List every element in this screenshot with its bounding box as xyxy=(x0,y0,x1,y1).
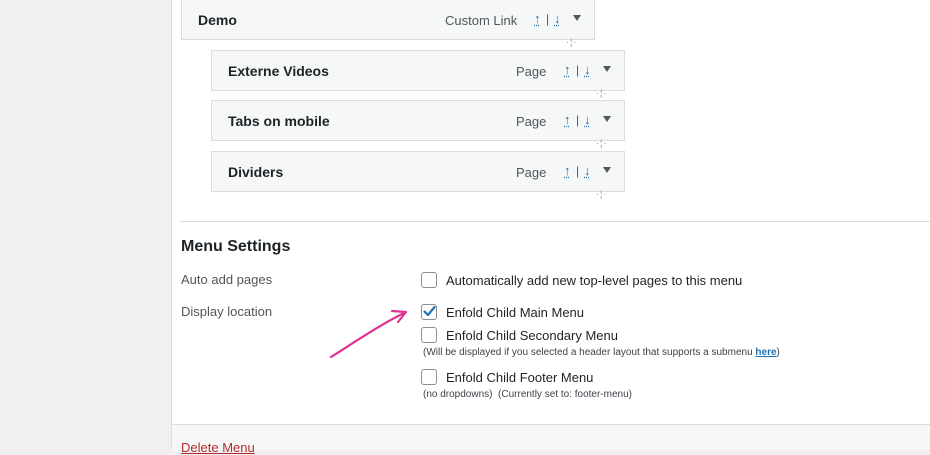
menu-item-externe-videos[interactable]: Externe Videos Page ↑ | ↓ ·¦· xyxy=(211,50,625,98)
location-main-menu-option[interactable]: Enfold Child Main Menu xyxy=(421,304,584,320)
menu-item-type: Custom Link xyxy=(445,13,518,28)
secondary-note-prefix: (Will be displayed if you selected a hea… xyxy=(423,347,756,358)
menu-item-title: Dividers xyxy=(228,164,284,180)
move-up-link[interactable]: ↑ xyxy=(534,11,541,26)
menu-item-title: Tabs on mobile xyxy=(228,113,330,129)
expand-arrow-icon[interactable] xyxy=(603,167,611,173)
move-separator: | xyxy=(546,12,550,26)
move-down-link[interactable]: ↓ xyxy=(584,112,591,127)
move-up-link[interactable]: ↑ xyxy=(564,112,571,127)
checkmark-icon xyxy=(423,305,436,317)
menu-item-type: Page xyxy=(516,64,547,79)
section-divider xyxy=(180,221,930,222)
menu-item-tabs-on-mobile[interactable]: Tabs on mobile Page ↑ | ↓ ·¦· xyxy=(211,100,625,148)
location-footer-menu-text: Enfold Child Footer Menu xyxy=(446,369,594,385)
location-footer-menu-checkbox[interactable] xyxy=(421,369,437,385)
menu-item-title: Demo xyxy=(198,12,237,28)
move-down-link[interactable]: ↓ xyxy=(554,11,561,26)
auto-add-pages-option[interactable]: Automatically add new top-level pages to… xyxy=(421,272,742,288)
secondary-menu-note: (Will be displayed if you selected a hea… xyxy=(423,347,780,358)
menu-settings-heading: Menu Settings xyxy=(181,238,291,255)
move-down-link[interactable]: ↓ xyxy=(584,163,591,178)
expand-arrow-icon[interactable] xyxy=(603,66,611,72)
move-separator: | xyxy=(576,113,580,127)
display-location-label: Display location xyxy=(181,304,273,319)
move-up-link[interactable]: ↑ xyxy=(564,62,571,77)
move-separator: | xyxy=(576,63,580,77)
move-up-link[interactable]: ↑ xyxy=(564,163,571,178)
location-secondary-menu-option[interactable]: Enfold Child Secondary Menu xyxy=(421,327,618,343)
footer-menu-note: (no dropdowns) (Currently set to: footer… xyxy=(423,389,632,400)
expand-arrow-icon[interactable] xyxy=(603,116,611,122)
expand-arrow-icon[interactable] xyxy=(573,15,581,21)
menu-item-type: Page xyxy=(516,165,547,180)
location-secondary-menu-text: Enfold Child Secondary Menu xyxy=(446,327,618,343)
menu-item-title: Externe Videos xyxy=(228,63,329,79)
move-down-link[interactable]: ↓ xyxy=(584,62,591,77)
location-main-menu-checkbox[interactable] xyxy=(421,304,437,320)
secondary-note-suffix: ) xyxy=(776,347,780,358)
auto-add-pages-label: Auto add pages xyxy=(181,272,273,287)
delete-menu-link[interactable]: Delete Menu xyxy=(181,440,255,455)
edit-link-stub: ·¦· xyxy=(596,138,608,148)
menu-item-dividers[interactable]: Dividers Page ↑ | ↓ ·¦· xyxy=(211,151,625,199)
location-footer-menu-option[interactable]: Enfold Child Footer Menu xyxy=(421,369,593,385)
location-secondary-menu-checkbox[interactable] xyxy=(421,327,437,343)
location-main-menu-text: Enfold Child Main Menu xyxy=(446,304,585,320)
menu-item-type: Page xyxy=(516,114,547,129)
edit-link-stub: ·¦· xyxy=(596,88,608,98)
edit-link-stub: ·¦· xyxy=(566,37,578,47)
edit-link-stub: ·¦· xyxy=(596,189,608,199)
auto-add-pages-text: Automatically add new top-level pages to… xyxy=(446,272,743,288)
auto-add-pages-checkbox[interactable] xyxy=(421,272,437,288)
secondary-note-here-link[interactable]: here xyxy=(755,347,776,358)
menu-item-demo[interactable]: Demo Custom Link ↑ | ↓ ·¦· xyxy=(181,0,595,47)
menu-footer-bar xyxy=(172,424,930,450)
move-separator: | xyxy=(576,164,580,178)
